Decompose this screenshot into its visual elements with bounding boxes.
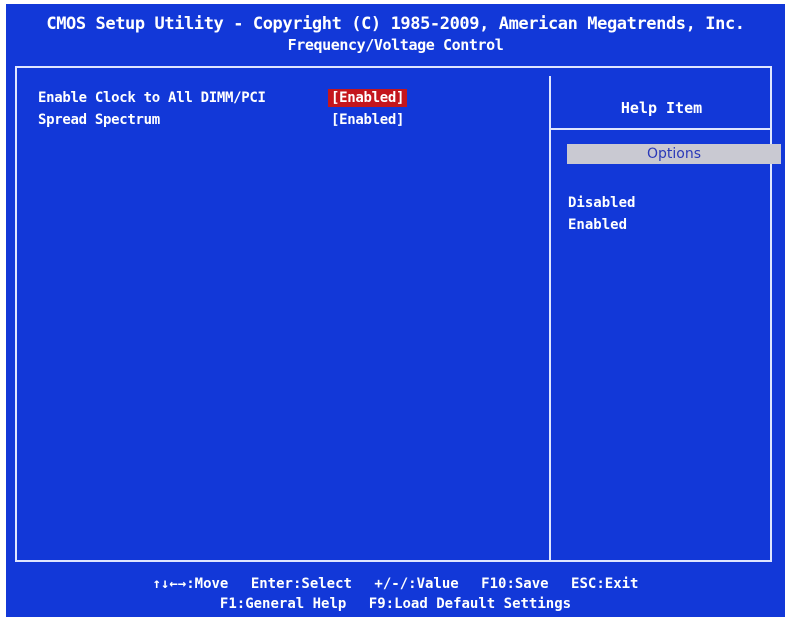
key-action: :Move (186, 576, 229, 592)
setting-value-selected[interactable]: [Enabled] (328, 89, 408, 107)
key-f10: F10 (481, 576, 507, 592)
bios-screen: CMOS Setup Utility - Copyright (C) 1985-… (6, 4, 785, 617)
key-hint-help: F1:General Help (220, 594, 346, 614)
key-action: :Save (506, 576, 549, 592)
key-hint-move: ↑↓←→:Move (153, 574, 229, 594)
key-legend-row-2: F1:General Help F9:Load Default Settings (6, 594, 785, 614)
options-header: Options (567, 144, 781, 164)
key-legend-row-1: ↑↓←→:Move Enter:Select +/-/:Value F10:Sa… (6, 574, 785, 594)
main-frame (15, 66, 772, 562)
key-enter: Enter (250, 576, 293, 592)
option-enabled[interactable]: Enabled (568, 214, 635, 236)
key-arrows: ↑↓←→ (152, 576, 187, 592)
key-action: :Select (292, 576, 352, 592)
setting-value[interactable]: [Enabled] (328, 111, 407, 129)
setting-label: Spread Spectrum (38, 112, 160, 128)
panel-divider (549, 76, 551, 562)
key-action: :Exit (596, 576, 639, 592)
key-action: :General Help (236, 596, 347, 612)
key-legend: ↑↓←→:Move Enter:Select +/-/:Value F10:Sa… (6, 574, 785, 614)
setting-spread-spectrum[interactable]: Spread Spectrum [Enabled] (38, 112, 538, 134)
key-action: :Value (408, 576, 459, 592)
options-list: Disabled Enabled (568, 192, 635, 236)
key-hint-defaults: F9:Load Default Settings (369, 594, 571, 614)
key-plus-minus: +/-/ (374, 576, 409, 592)
settings-list: Enable Clock to All DIMM/PCI [Enabled] S… (38, 89, 538, 134)
bios-header: CMOS Setup Utility - Copyright (C) 1985-… (6, 4, 785, 62)
key-f1: F1 (219, 596, 237, 612)
key-esc: ESC (571, 576, 597, 592)
key-f9: F9 (368, 596, 386, 612)
option-disabled[interactable]: Disabled (568, 192, 635, 214)
key-hint-value: +/-/:Value (374, 574, 458, 594)
key-hint-select: Enter:Select (251, 574, 352, 594)
key-hint-save: F10:Save (481, 574, 548, 594)
page-title: Frequency/Voltage Control (287, 36, 504, 54)
key-hint-exit: ESC:Exit (571, 574, 638, 594)
setting-label: Enable Clock to All DIMM/PCI (38, 90, 266, 106)
help-panel-title: Help Item (620, 99, 703, 117)
bios-title: CMOS Setup Utility - Copyright (C) 1985-… (46, 14, 745, 34)
help-separator (551, 128, 772, 130)
key-action: :Load Default Settings (385, 596, 572, 612)
setting-enable-clock[interactable]: Enable Clock to All DIMM/PCI [Enabled] (38, 89, 538, 112)
